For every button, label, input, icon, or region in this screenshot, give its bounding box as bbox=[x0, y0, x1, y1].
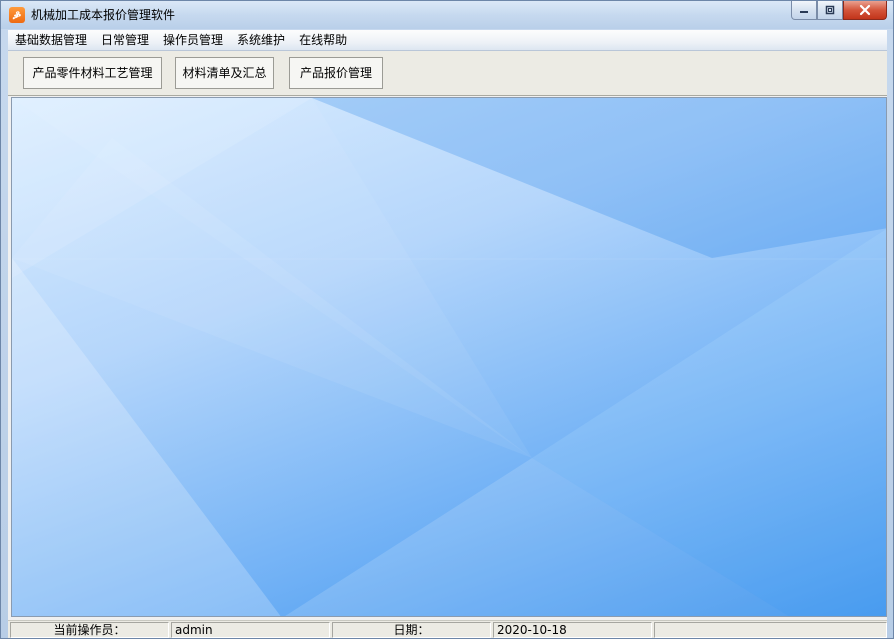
minimize-icon bbox=[800, 11, 808, 13]
date-value: 2020-10-18 bbox=[493, 622, 652, 638]
menu-item-help[interactable]: 在线帮助 bbox=[292, 30, 354, 50]
operator-label: 当前操作员： bbox=[10, 622, 169, 638]
restore-button[interactable] bbox=[817, 1, 843, 20]
date-label: 日期： bbox=[332, 622, 491, 638]
client-area: 基础数据管理 日常管理 操作员管理 系统维护 在线帮助 产品零件材料工艺管理 材… bbox=[8, 30, 887, 638]
main-workspace bbox=[11, 97, 887, 617]
status-bar: 当前操作员： admin 日期： 2020-10-18 bbox=[8, 620, 887, 638]
product-quote-button[interactable]: 产品报价管理 bbox=[289, 57, 383, 89]
caption-buttons bbox=[791, 1, 887, 21]
status-empty-panel bbox=[654, 622, 887, 638]
app-logo-icon[interactable]: ቇ bbox=[9, 7, 25, 23]
app-window: ቇ 机械加工成本报价管理软件 基础数据管理 日常管理 操作员管理 系统维护 在线… bbox=[0, 0, 894, 639]
operator-value: admin bbox=[171, 622, 330, 638]
menu-item-daily[interactable]: 日常管理 bbox=[94, 30, 156, 50]
background-pattern bbox=[12, 98, 886, 616]
menu-item-operators[interactable]: 操作员管理 bbox=[156, 30, 230, 50]
close-button[interactable] bbox=[843, 1, 887, 20]
title-bar[interactable]: ቇ 机械加工成本报价管理软件 bbox=[1, 1, 893, 29]
minimize-button[interactable] bbox=[791, 1, 817, 20]
close-icon bbox=[859, 4, 871, 16]
menu-item-system[interactable]: 系统维护 bbox=[230, 30, 292, 50]
material-list-button[interactable]: 材料清单及汇总 bbox=[175, 57, 274, 89]
window-title: 机械加工成本报价管理软件 bbox=[31, 8, 176, 22]
restore-icon bbox=[825, 5, 835, 15]
product-parts-process-button[interactable]: 产品零件材料工艺管理 bbox=[23, 57, 162, 89]
toolbar: 产品零件材料工艺管理 材料清单及汇总 产品报价管理 bbox=[8, 51, 887, 96]
menu-bar: 基础数据管理 日常管理 操作员管理 系统维护 在线帮助 bbox=[8, 30, 887, 51]
menu-item-basic-data[interactable]: 基础数据管理 bbox=[8, 30, 94, 50]
